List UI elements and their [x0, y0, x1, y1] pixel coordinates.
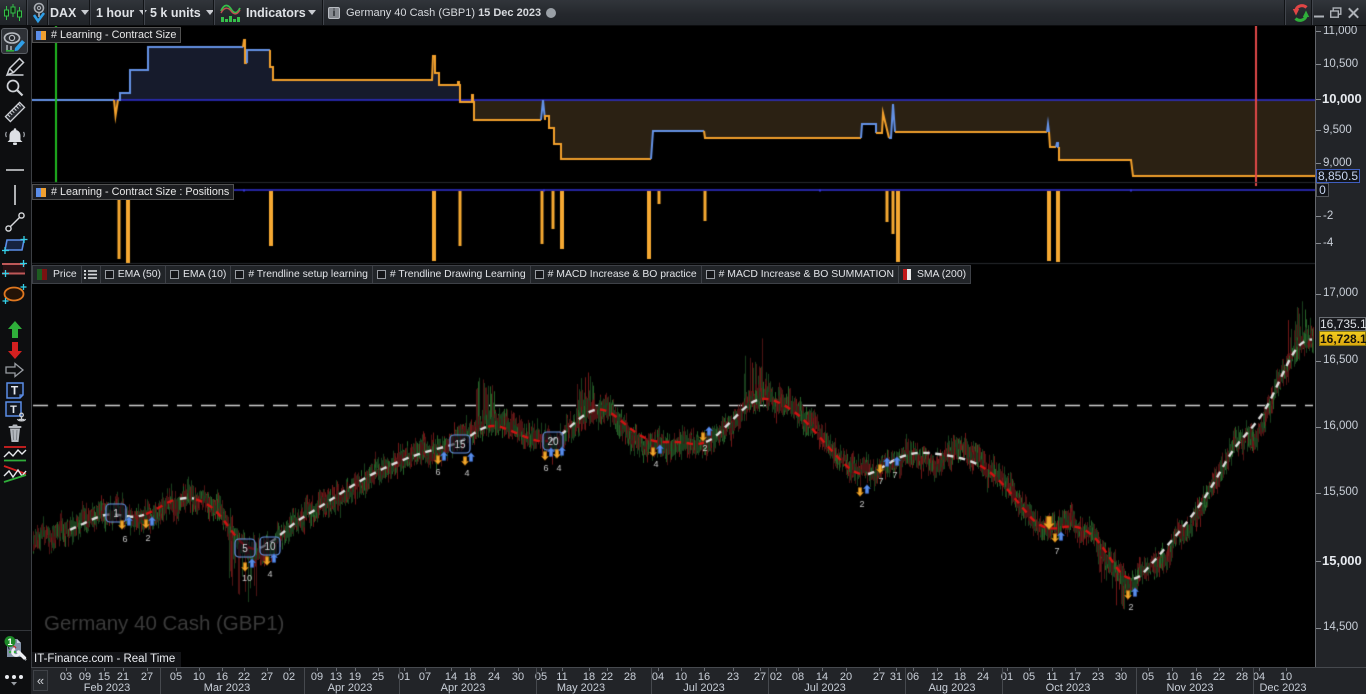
- svg-text:T: T: [11, 384, 19, 398]
- svg-text:T: T: [10, 404, 17, 416]
- svg-text:1: 1: [7, 637, 13, 648]
